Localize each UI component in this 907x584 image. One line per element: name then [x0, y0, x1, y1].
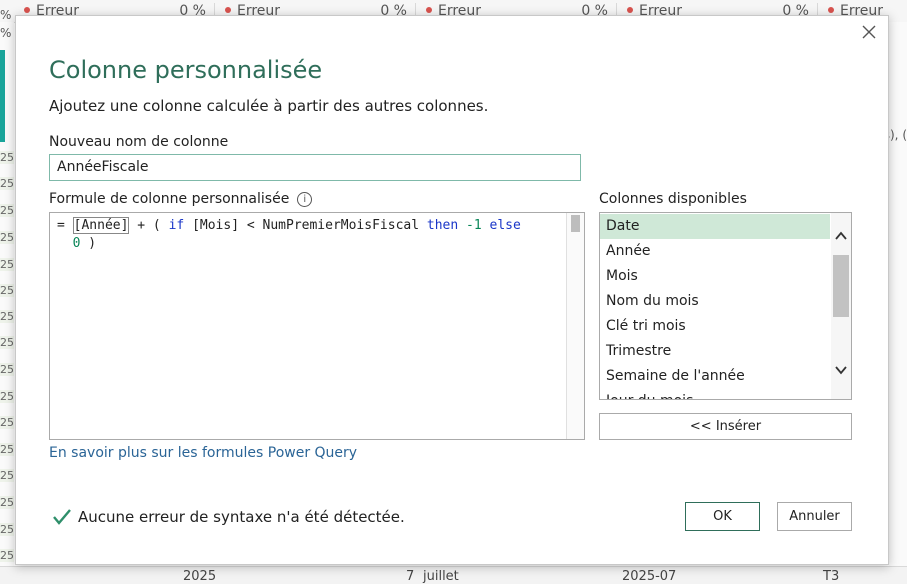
bg-row-fragment: 25 [0, 258, 14, 271]
bg-row-fragment: 25 [0, 443, 14, 456]
bg-row-fragment: 25 [0, 469, 14, 482]
bg-row-fragment: 25 [0, 177, 14, 190]
bg-row-fragment: 25 [0, 204, 14, 217]
error-dot-icon [225, 7, 231, 13]
formula-line-1: = [Année] + ( if [Mois] < NumPremierMois… [57, 217, 521, 234]
close-icon [862, 25, 876, 39]
selected-column-indicator [0, 50, 5, 142]
column-name-input[interactable]: AnnéeFiscale [49, 154, 581, 181]
ok-button[interactable]: OK [685, 502, 760, 531]
column-item-trimestre[interactable]: Trimestre [600, 339, 830, 364]
formula-label-row: Formule de colonne personnalisée i [49, 191, 313, 207]
bg-row-fragment: 25 [0, 231, 14, 244]
bg-pct: % [0, 26, 12, 40]
dialog-title: Colonne personnalisée [49, 56, 323, 84]
formula-scroll-thumb[interactable] [571, 215, 580, 232]
bg-row-fragment: 25 [0, 390, 14, 403]
chevron-down-icon[interactable] [834, 363, 848, 377]
syntax-status: Aucune erreur de syntaxe n'a été détecté… [78, 508, 405, 526]
bg-row-fragment: 25 [0, 284, 14, 297]
bg-right-strip [889, 22, 907, 567]
column-item-annee[interactable]: Année [600, 239, 830, 264]
column-item-date[interactable]: Date [600, 214, 830, 239]
bg-pct: % [0, 8, 12, 22]
column-item-mois[interactable]: Mois [600, 264, 830, 289]
learn-more-link[interactable]: En savoir plus sur les formules Power Qu… [49, 445, 357, 461]
error-dot-icon [627, 7, 633, 13]
dialog-subtitle: Ajoutez une colonne calculée à partir de… [49, 97, 489, 115]
columns-scrollbar[interactable] [831, 213, 851, 399]
column-name-label: Nouveau nom de colonne [49, 134, 229, 150]
bg-row-fragment: 25 [0, 336, 14, 349]
bg-row-fragment: 25 [0, 310, 14, 323]
error-dot-icon [426, 7, 432, 13]
column-item-jour-du-mois[interactable]: Jour du mois [600, 389, 830, 399]
check-icon [53, 509, 71, 525]
bg-row-fragment: 25 [0, 496, 14, 509]
available-columns-label: Colonnes disponibles [599, 191, 747, 207]
error-dot-icon [828, 7, 834, 13]
bg-row-fragment: 25 [0, 363, 14, 376]
formula-label: Formule de colonne personnalisée [49, 191, 290, 207]
info-icon[interactable]: i [297, 192, 313, 207]
column-item-semaine[interactable]: Semaine de l'année [600, 364, 830, 389]
insert-button[interactable]: << Insérer [599, 413, 852, 440]
cancel-button[interactable]: Annuler [777, 502, 852, 531]
bg-row-fragment: 25 [0, 151, 14, 164]
bg-row-fragment: 25 [0, 523, 14, 536]
columns-scroll-thumb[interactable] [833, 255, 849, 317]
formula-scrollbar[interactable] [566, 213, 584, 439]
formula-editor[interactable]: = [Année] + ( if [Mois] < NumPremierMois… [49, 212, 585, 440]
available-columns-list[interactable]: Date Année Mois Nom du mois Clé tri mois… [599, 212, 852, 400]
bg-bottom-row: 2025 7 juillet 2025-07 T3 [0, 566, 907, 584]
bg-row-fragment: 25 [0, 549, 14, 562]
chevron-up-icon[interactable] [834, 229, 848, 243]
bg-row-fragment: 25 [0, 416, 14, 429]
error-dot-icon [24, 7, 30, 13]
close-button[interactable] [860, 24, 878, 42]
formula-line-2: 0 ) [72, 236, 97, 251]
column-item-cle-tri-mois[interactable]: Clé tri mois [600, 314, 830, 339]
column-item-nom-du-mois[interactable]: Nom du mois [600, 289, 830, 314]
custom-column-dialog: Colonne personnalisée Ajoutez une colonn… [15, 15, 889, 565]
